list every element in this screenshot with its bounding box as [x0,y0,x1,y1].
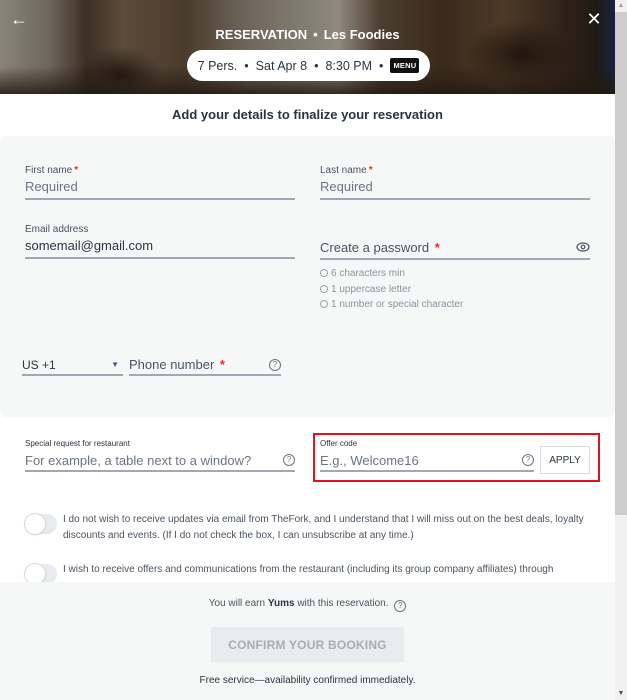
eye-icon[interactable] [576,240,590,254]
reservation-date: Sat Apr 8 [255,58,308,73]
chevron-down-icon: ▼ [111,360,119,369]
restaurant-name: Les Foodies [323,27,400,42]
scrollbar-thumb[interactable] [615,12,627,515]
page-title: RESERVATION • Les Foodies [0,27,615,42]
scroll-down-icon[interactable]: ▼ [615,688,627,700]
offer-code-input[interactable] [320,452,522,468]
consent-toggle[interactable] [25,514,57,534]
consent-toggle[interactable] [25,564,57,584]
email-field: Email address [25,224,295,259]
booking-footer: You will earn Yums with this reservation… [0,582,615,700]
title-separator: • [313,27,318,42]
consent-text: I wish to receive offers and communicati… [63,564,554,575]
help-icon[interactable]: ? [394,600,407,612]
password-rules: 6 characters min 1 uppercase letter 1 nu… [320,266,463,313]
password-rule: 6 characters min [320,266,463,282]
reservation-modal: ← ✕ RESERVATION • Les Foodies 7 Pers. • Sa… [0,0,615,700]
email-label: Email address [25,224,89,235]
email-input[interactable] [25,235,295,259]
consent-item: I do not wish to receive updates via ema… [25,512,595,543]
scrollbar[interactable]: ▲ ▼ [615,0,627,700]
offer-code-field: Offer code ? [320,439,534,472]
yums-info: You will earn Yums with this reservation… [0,598,615,612]
yums-label: Yums [267,598,295,609]
required-mark: * [368,165,373,176]
reservation-time: 8:30 PM [325,58,373,73]
first-name-input[interactable] [25,176,295,200]
special-request-field: Special request for restaurant ? [25,439,295,472]
offer-code-label: Offer code [320,439,358,448]
last-name-field: Last name * [320,165,590,200]
reservation-summary-pill[interactable]: 7 Pers. • Sat Apr 8 • 8:30 PM • MENU [187,50,430,81]
rule-circle-icon [320,300,328,308]
special-request-label: Special request for restaurant [25,439,130,448]
consent-text: I do not wish to receive updates via ema… [63,514,584,541]
persons-count: 7 Pers. [197,58,238,73]
phone-number-input[interactable]: Phone number * ? [129,355,281,376]
country-code-select[interactable]: US +1 ▼ [22,355,123,376]
help-icon[interactable]: ? [283,454,295,466]
phone-label: Phone number * [129,357,225,372]
apply-button[interactable]: APPLY [540,446,590,474]
rule-circle-icon [320,269,328,277]
last-name-label: Last name * [320,165,373,176]
last-name-input[interactable] [320,176,590,200]
country-code-value: US +1 [22,357,56,372]
help-icon[interactable]: ? [269,358,281,371]
separator-dot: • [379,58,384,73]
title-prefix: RESERVATION [215,27,308,42]
required-mark: * [434,240,440,255]
consent-item: I wish to receive offers and communicati… [25,562,595,584]
password-input[interactable]: Create a password * [320,238,590,260]
rule-circle-icon [320,284,328,293]
free-service-note: Free service—availability confirmed imme… [199,675,416,686]
form-subtitle: Add your details to finalize your reserv… [172,107,443,122]
password-label: Create a password * [320,240,440,255]
special-request-input[interactable] [25,452,283,468]
password-rule: 1 number or special character [320,297,463,313]
help-icon[interactable]: ? [522,454,534,466]
password-rule: 1 uppercase letter [320,282,463,298]
header-banner: ← ✕ RESERVATION • Les Foodies 7 Pers. • Sa… [0,0,615,94]
first-name-field: First name * [25,165,295,200]
required-mark: * [219,357,225,372]
menu-badge[interactable]: MENU [390,58,420,73]
close-icon[interactable]: ✕ [585,10,603,28]
first-name-label: First name * [25,165,79,176]
required-mark: * [74,165,79,176]
separator-dot: • [244,58,249,73]
back-arrow-icon[interactable]: ← [10,10,28,28]
confirm-booking-button[interactable]: CONFIRM YOUR BOOKING [211,627,404,662]
separator-dot: • [314,58,319,73]
scroll-up-icon[interactable]: ▲ [615,0,627,12]
